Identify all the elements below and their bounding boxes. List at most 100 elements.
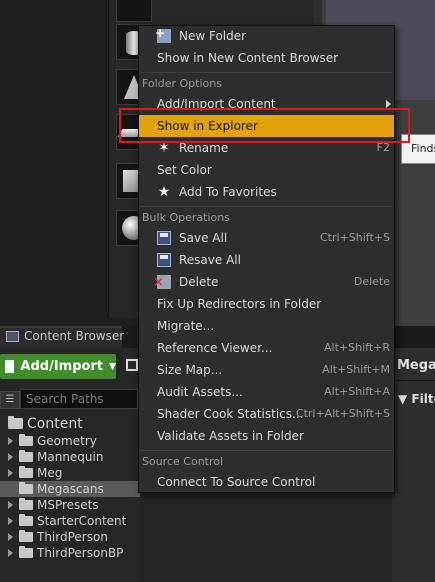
menu-item-rename[interactable]: ✶ Rename F2 xyxy=(139,137,394,159)
menu-divider xyxy=(140,450,393,451)
tree-item-label: StarterContent xyxy=(37,514,127,528)
menu-item-label: Shader Cook Statistics... xyxy=(157,407,304,421)
menu-item-audit-assets[interactable]: Audit Assets... Alt+Shift+A xyxy=(139,381,394,403)
tree-item-label: Meg xyxy=(37,466,63,480)
save-icon xyxy=(157,253,171,267)
menu-item-label: Audit Assets... xyxy=(157,385,243,399)
menu-item-label: Delete xyxy=(179,275,219,289)
menu-item-label: Connect To Source Control xyxy=(157,475,316,489)
new-document-icon xyxy=(5,360,15,373)
divider xyxy=(392,380,435,381)
menu-item-label: Size Map... xyxy=(157,363,223,377)
chevron-down-icon: ▼ xyxy=(109,361,116,372)
tree-item-meg[interactable]: Meg xyxy=(0,465,140,481)
expand-arrow-icon[interactable] xyxy=(8,469,13,477)
tree-item-startercontent[interactable]: StarterContent xyxy=(0,513,140,529)
menu-item-save-all[interactable]: Save All Ctrl+Shift+S xyxy=(139,227,394,249)
menu-item-label: New Folder xyxy=(179,29,247,43)
delete-icon xyxy=(153,275,171,289)
menu-divider xyxy=(140,72,393,73)
current-path-title: Megascans xyxy=(397,358,435,373)
menu-item-validate-assets[interactable]: Validate Assets in Folder xyxy=(139,425,394,447)
tree-item-thirdperson[interactable]: ThirdPerson xyxy=(0,529,140,545)
tree-item-label: Megascans xyxy=(37,482,104,496)
menu-item-show-in-new-content-browser[interactable]: Show in New Content Browser xyxy=(139,47,394,69)
content-browser-icon xyxy=(6,331,19,342)
menu-item-label: Add/Import Content xyxy=(157,97,276,111)
menu-item-label: Add To Favorites xyxy=(179,185,277,199)
asset-path-panel xyxy=(392,348,435,582)
menu-item-shader-cook-statistics[interactable]: Shader Cook Statistics... Ctrl+Alt+Shift… xyxy=(139,403,394,425)
folder-icon xyxy=(19,498,33,510)
menu-item-reference-viewer[interactable]: Reference Viewer... Alt+Shift+R xyxy=(139,337,394,359)
menu-divider xyxy=(140,206,393,207)
menu-item-shortcut: F2 xyxy=(376,141,390,154)
menu-section-header: Source Control xyxy=(142,455,224,468)
menu-section-header: Bulk Operations xyxy=(142,211,230,224)
folder-icon xyxy=(19,450,33,462)
menu-item-label: Resave All xyxy=(179,253,241,267)
star-icon: ★ xyxy=(157,184,171,200)
folder-icon xyxy=(19,514,33,526)
expand-arrow-icon[interactable] xyxy=(8,533,13,541)
menu-item-add-to-favorites[interactable]: ★ Add To Favorites xyxy=(139,181,394,203)
submenu-arrow-icon xyxy=(386,100,391,108)
save-icon xyxy=(157,231,171,245)
menu-item-shortcut: Alt+Shift+A xyxy=(324,385,390,398)
menu-item-shortcut: Alt+Shift+M xyxy=(322,363,390,376)
asset-thumbnail[interactable] xyxy=(116,0,152,22)
menu-item-resave-all[interactable]: Resave All xyxy=(139,249,394,271)
menu-item-label: Fix Up Redirectors in Folder xyxy=(157,297,322,311)
menu-item-migrate[interactable]: Migrate... xyxy=(139,315,394,337)
tree-item-label: MSPresets xyxy=(37,498,99,512)
menu-item-shortcut: Alt+Shift+R xyxy=(324,341,390,354)
menu-item-label: Rename xyxy=(179,141,229,155)
tree-item-thirdpersonbp[interactable]: ThirdPersonBP xyxy=(0,545,140,561)
search-paths-input[interactable]: Search Paths xyxy=(20,389,138,409)
tree-item-content[interactable]: Content xyxy=(0,415,140,433)
menu-item-connect-source-control[interactable]: Connect To Source Control xyxy=(139,471,394,493)
expand-arrow-icon[interactable] xyxy=(8,501,13,509)
filters-button[interactable]: ▼ Filters xyxy=(398,392,435,406)
tree-item-label: ThirdPersonBP xyxy=(37,546,124,560)
expand-arrow-icon[interactable] xyxy=(8,549,13,557)
menu-item-label: Save All xyxy=(179,231,228,245)
expand-arrow-icon[interactable] xyxy=(8,437,13,445)
filters-label: Filters xyxy=(411,392,435,406)
menu-item-shortcut: Ctrl+Alt+Shift+S xyxy=(295,407,390,420)
tooltip: Finds xyxy=(401,134,435,164)
folder-icon xyxy=(19,434,33,446)
tree-item-label: Geometry xyxy=(37,434,97,448)
add-import-label: Add/Import xyxy=(20,359,104,374)
folder-open-icon xyxy=(8,416,23,429)
menu-item-label: Show in New Content Browser xyxy=(157,51,339,65)
expand-arrow-icon[interactable] xyxy=(8,453,13,461)
save-all-icon[interactable] xyxy=(126,359,138,371)
new-folder-icon xyxy=(155,22,171,44)
tree-item-mspresets[interactable]: MSPresets xyxy=(0,497,140,513)
menu-item-set-color[interactable]: Set Color xyxy=(139,159,394,181)
expand-arrow-icon[interactable] xyxy=(8,517,13,525)
folder-icon xyxy=(19,546,33,558)
tree-item-megascans[interactable]: Megascans xyxy=(0,481,140,497)
menu-item-shortcut: Delete xyxy=(353,275,390,288)
menu-item-size-map[interactable]: Size Map... Alt+Shift+M xyxy=(139,359,394,381)
menu-item-fix-up-redirectors[interactable]: Fix Up Redirectors in Folder xyxy=(139,293,394,315)
menu-item-label: Reference Viewer... xyxy=(157,341,273,355)
tree-item-mannequin[interactable]: Mannequin xyxy=(0,449,140,465)
menu-item-add-import-content[interactable]: Add/Import Content xyxy=(139,93,394,115)
folder-icon xyxy=(19,466,33,478)
menu-item-show-in-explorer[interactable]: Show in Explorer xyxy=(139,115,394,137)
add-import-button[interactable]: Add/Import ▼ xyxy=(0,354,116,379)
menu-item-delete[interactable]: Delete Delete xyxy=(139,271,394,293)
folder-icon xyxy=(19,530,33,542)
menu-item-label: Migrate... xyxy=(157,319,215,333)
menu-item-shortcut: Ctrl+Shift+S xyxy=(320,231,390,244)
tree-item-label: ThirdPerson xyxy=(37,530,108,544)
menu-item-label: Set Color xyxy=(157,163,212,177)
tree-item-label: Mannequin xyxy=(37,450,104,464)
tree-item-geometry[interactable]: Geometry xyxy=(0,433,140,449)
paths-toggle-button[interactable]: ☰ xyxy=(0,391,20,409)
folder-icon xyxy=(19,482,33,494)
menu-item-new-folder[interactable]: New Folder xyxy=(139,22,394,47)
